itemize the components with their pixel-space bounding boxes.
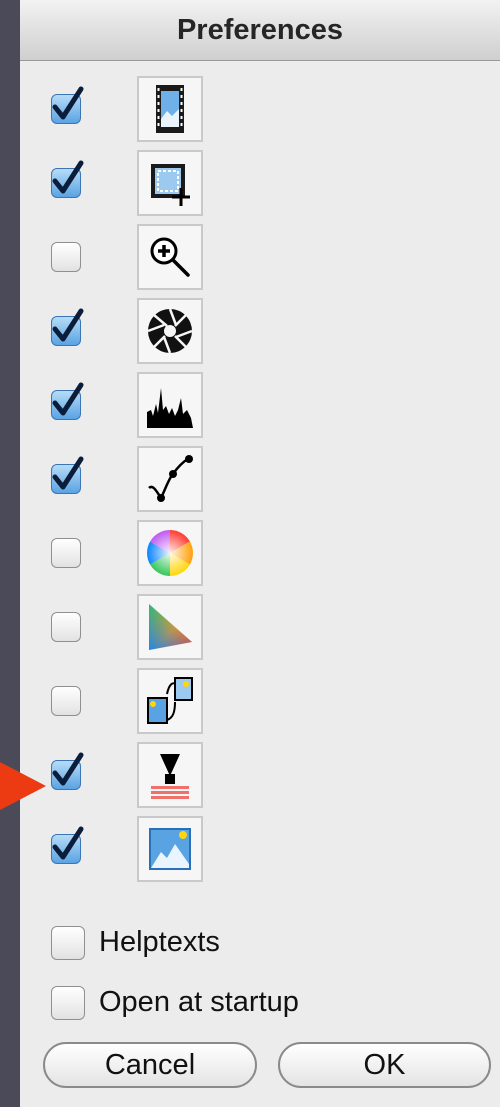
checkmark-icon [52,86,84,120]
gamut-triangle-icon [149,604,192,650]
pointer-arrow-icon [0,762,46,810]
curves-icon [148,455,193,502]
levels-checkbox[interactable] [51,752,84,790]
curves-checkbox[interactable] [51,456,84,494]
tool-button-gamut[interactable] [137,594,203,660]
helptexts-option: Helptexts [51,922,491,962]
tool-button-crop[interactable] [137,150,203,216]
tool-button-filmstrip[interactable] [137,76,203,142]
color-wheel-checkbox[interactable] [51,538,81,568]
levels-icon [151,754,189,799]
helptexts-label[interactable]: Helptexts [99,922,220,962]
tool-row-color-wheel [20,518,500,588]
tool-button-color-wheel[interactable] [137,520,203,586]
gamut-checkbox[interactable] [51,612,81,642]
tool-row-gamut [20,592,500,662]
cancel-button[interactable]: Cancel [43,1042,257,1088]
tool-row-curves [20,444,500,514]
open-at-startup-checkbox[interactable] [51,986,85,1020]
open-at-startup-option: Open at startup [51,982,491,1022]
crop-selection-icon [151,164,190,206]
picture-checkbox[interactable] [51,826,84,864]
open-at-startup-label[interactable]: Open at startup [99,982,299,1022]
dialog-title: Preferences [176,13,344,46]
checkmark-icon [52,826,84,860]
zoom-checkbox[interactable] [51,242,81,272]
compare-images-icon [147,677,193,724]
tool-row-filmstrip [20,74,500,144]
zoom-icon [150,237,190,277]
tool-row-levels [20,740,500,810]
crop-selection-checkbox[interactable] [51,160,84,198]
checkmark-icon [52,456,84,490]
tool-button-zoom[interactable] [137,224,203,290]
tool-row-picture [20,814,500,884]
tool-button-compare[interactable] [137,668,203,734]
tool-row-zoom [20,222,500,292]
color-wheel-icon [147,530,193,576]
aperture-checkbox[interactable] [51,308,84,346]
checkmark-icon [52,382,84,416]
ok-button[interactable]: OK [278,1042,491,1088]
histogram-icon [147,388,193,428]
tool-button-aperture[interactable] [137,298,203,364]
checkmark-icon [52,160,84,194]
helptexts-checkbox[interactable] [51,926,85,960]
tool-button-levels[interactable] [137,742,203,808]
tool-button-curves[interactable] [137,446,203,512]
tool-button-histogram[interactable] [137,372,203,438]
tool-row-aperture [20,296,500,366]
tool-button-picture[interactable] [137,816,203,882]
title-bar: Preferences [20,0,500,61]
compare-images-checkbox[interactable] [51,686,81,716]
tool-row-compare [20,666,500,736]
filmstrip-icon [156,85,184,133]
histogram-checkbox[interactable] [51,382,84,420]
picture-icon [149,828,191,870]
checkmark-icon [52,752,84,786]
filmstrip-checkbox[interactable] [51,86,84,124]
preferences-dialog: Preferences Helptexts Open at startup Ca… [20,0,500,1107]
checkmark-icon [52,308,84,342]
tool-row-crop [20,148,500,218]
aperture-icon [147,308,193,354]
tool-row-histogram [20,370,500,440]
